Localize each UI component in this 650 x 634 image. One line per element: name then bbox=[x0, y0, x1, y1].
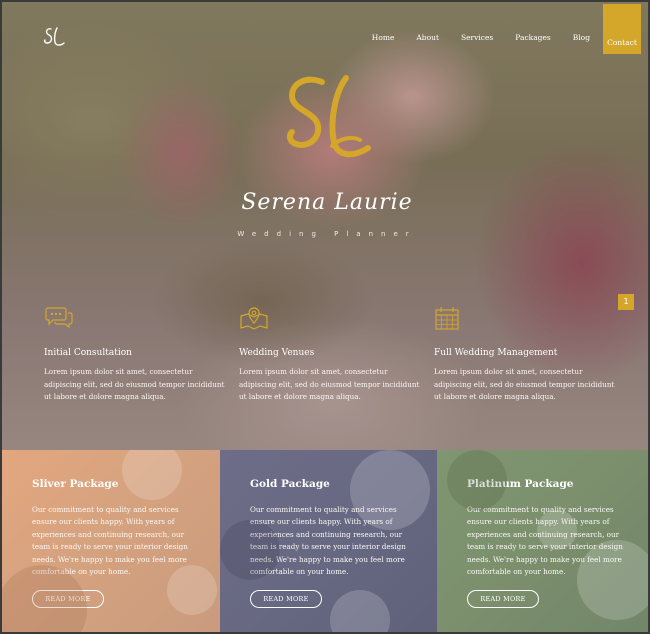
brand-tagline: Wedding Planner bbox=[237, 230, 417, 238]
feature-text: Lorem ipsum dolor sit amet, consectetur … bbox=[239, 367, 420, 401]
nav-packages[interactable]: Packages bbox=[515, 2, 551, 42]
site-logo[interactable] bbox=[42, 26, 66, 48]
feature-full-management: Full Wedding Management Lorem ipsum dolo… bbox=[434, 306, 619, 404]
read-more-button[interactable]: READ MORE bbox=[32, 590, 104, 609]
package-title: Sliver Package bbox=[32, 478, 119, 490]
nav-home[interactable]: Home bbox=[372, 2, 395, 42]
page-frame: Home About Services Packages Blog Contac… bbox=[0, 0, 650, 634]
package-description: Our commitment to quality and services e… bbox=[32, 505, 188, 577]
package-title: Platinum Package bbox=[467, 478, 574, 490]
hero-section: Home About Services Packages Blog Contac… bbox=[2, 2, 648, 450]
read-more-button[interactable]: READ MORE bbox=[467, 590, 539, 609]
package-description: Our commitment to quality and services e… bbox=[467, 505, 623, 577]
feature-title: Initial Consultation bbox=[44, 348, 132, 358]
feature-text: Lorem ipsum dolor sit amet, consectetur … bbox=[44, 367, 225, 401]
map-pin-icon bbox=[240, 307, 268, 330]
nav-blog[interactable]: Blog bbox=[573, 2, 590, 42]
calendar-icon bbox=[435, 307, 459, 330]
brand-name: Serena Laurie bbox=[241, 190, 413, 215]
chat-bubbles-icon bbox=[45, 307, 73, 329]
nav-contact-button[interactable]: Contact bbox=[603, 4, 641, 54]
brand-monogram-logo bbox=[286, 75, 371, 158]
feature-title: Wedding Venues bbox=[239, 348, 315, 358]
main-nav: Home About Services Packages Blog Contac… bbox=[372, 2, 648, 54]
feature-text: Lorem ipsum dolor sit amet, consectetur … bbox=[434, 367, 615, 401]
nav-about[interactable]: About bbox=[416, 2, 439, 42]
package-card-silver: Sliver Package Our commitment to quality… bbox=[2, 450, 220, 632]
nav-services[interactable]: Services bbox=[461, 2, 493, 42]
package-card-gold: Gold Package Our commitment to quality a… bbox=[220, 450, 437, 632]
package-title: Gold Package bbox=[250, 478, 330, 490]
feature-title: Full Wedding Management bbox=[434, 348, 558, 358]
feature-wedding-venues: Wedding Venues Lorem ipsum dolor sit ame… bbox=[239, 306, 424, 404]
read-more-button[interactable]: READ MORE bbox=[250, 590, 322, 609]
package-card-platinum: Platinum Package Our commitment to quali… bbox=[437, 450, 648, 632]
package-description: Our commitment to quality and services e… bbox=[250, 505, 406, 577]
feature-initial-consultation: Initial Consultation Lorem ipsum dolor s… bbox=[44, 306, 229, 404]
page-indicator-badge[interactable]: 1 bbox=[618, 294, 634, 310]
